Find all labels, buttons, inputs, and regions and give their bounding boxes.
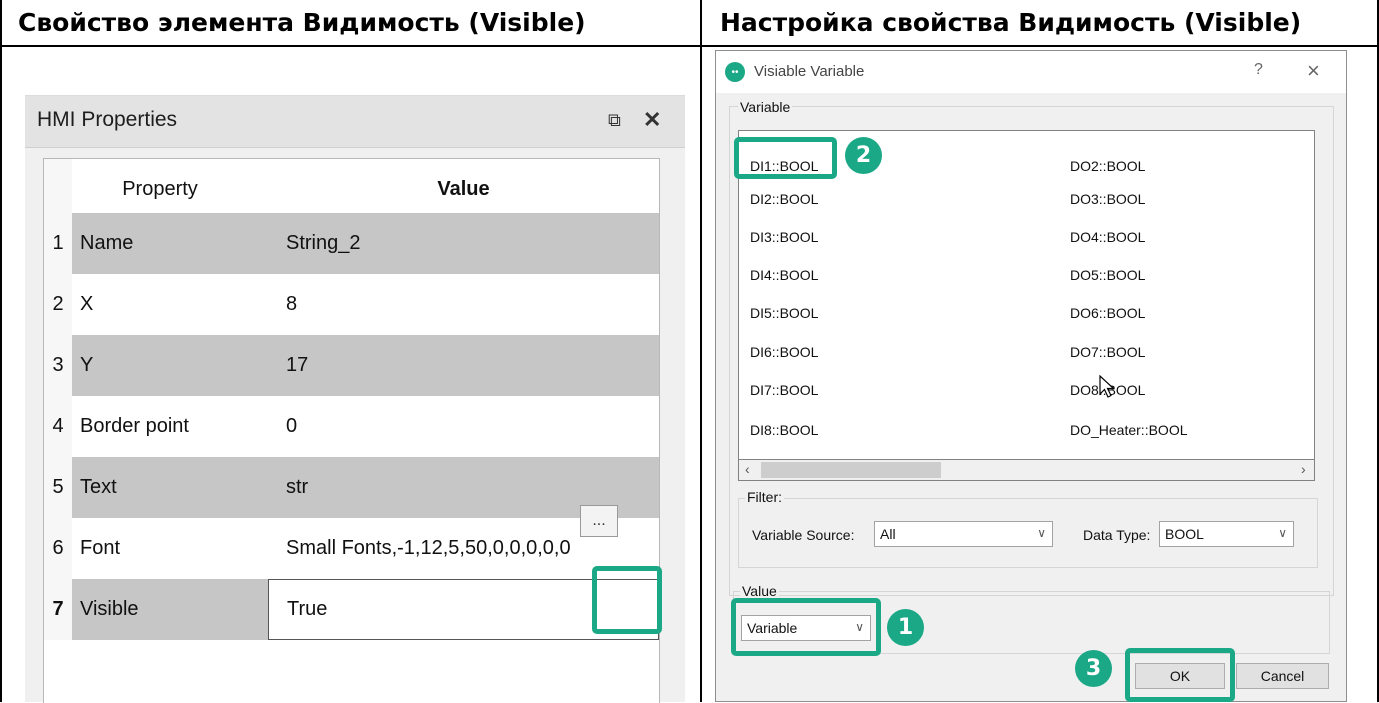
- variable-source-select[interactable]: All ∨: [874, 521, 1053, 547]
- list-item[interactable]: DI7::BOOL: [750, 382, 818, 398]
- row-number: 6: [44, 518, 72, 579]
- data-type-label: Data Type:: [1083, 527, 1151, 543]
- scroll-right-arrow-icon[interactable]: ›: [1301, 461, 1306, 477]
- frame-left-border: [0, 0, 2, 702]
- row-number: 4: [44, 396, 72, 457]
- step-badge-1: 1: [887, 609, 924, 646]
- property-name: Visible: [72, 579, 268, 640]
- property-value[interactable]: 8: [268, 274, 659, 335]
- variable-group-label: Variable: [738, 99, 793, 115]
- list-item[interactable]: DI8::BOOL: [750, 422, 818, 438]
- list-item[interactable]: DO_Heater::BOOL: [1070, 422, 1188, 438]
- row-number: 1: [44, 213, 72, 274]
- ellipsis-button[interactable]: ...: [580, 505, 618, 537]
- step-badge-3: 3: [1075, 650, 1112, 687]
- left-header: Свойство элемента Видимость (Visible): [18, 8, 586, 37]
- cancel-button[interactable]: Cancel: [1236, 663, 1329, 689]
- table-row[interactable]: 3 Y 17: [44, 335, 659, 396]
- chevron-down-icon: ∨: [1037, 526, 1046, 540]
- property-value[interactable]: 0: [268, 396, 659, 457]
- data-type-select[interactable]: BOOL ∨: [1159, 521, 1294, 547]
- close-icon[interactable]: ✕: [643, 107, 661, 133]
- row-number: 7: [44, 579, 72, 640]
- list-item[interactable]: DO6::BOOL: [1070, 305, 1145, 321]
- list-item[interactable]: DI3::BOOL: [750, 229, 818, 245]
- list-item[interactable]: DO7::BOOL: [1070, 344, 1145, 360]
- help-button[interactable]: ?: [1254, 61, 1263, 79]
- table-row[interactable]: 4 Border point 0: [44, 396, 659, 457]
- variable-list[interactable]: DI1::BOOL DI2::BOOL DI3::BOOL DI4::BOOL …: [738, 130, 1315, 460]
- list-item[interactable]: DI2::BOOL: [750, 191, 818, 207]
- data-type-value: BOOL: [1165, 526, 1204, 542]
- list-item[interactable]: DO5::BOOL: [1070, 267, 1145, 283]
- hmi-properties-panel: HMI Properties ⧉ ✕ Property Value 1 Name…: [25, 95, 685, 703]
- property-name: Name: [72, 213, 268, 274]
- scrollbar-thumb[interactable]: [761, 462, 941, 478]
- table-row[interactable]: 5 Text str: [44, 457, 659, 518]
- highlight-value-select: [731, 598, 881, 656]
- list-item[interactable]: DO4::BOOL: [1070, 229, 1145, 245]
- property-value[interactable]: 17: [268, 335, 659, 396]
- list-item[interactable]: DI4::BOOL: [750, 267, 818, 283]
- dialog-close-button[interactable]: ×: [1307, 58, 1320, 84]
- horizontal-scrollbar[interactable]: ‹ ›: [738, 460, 1315, 481]
- property-grid: Property Value 1 Name String_2 2 X 8 3 Y…: [43, 158, 660, 703]
- table-row[interactable]: 6 Font Small Fonts,-1,12,5,50,0,0,0,0,0: [44, 518, 659, 579]
- variable-source-value: All: [880, 526, 896, 542]
- property-name: Y: [72, 335, 268, 396]
- filter-label: Filter:: [745, 489, 784, 505]
- grid-header-row: Property Value: [44, 159, 659, 220]
- highlight-di1: [734, 137, 837, 179]
- row-number: 5: [44, 457, 72, 518]
- dialog-title: Visiable Variable: [754, 63, 865, 80]
- step-badge-2: 2: [845, 137, 882, 174]
- list-item[interactable]: DI6::BOOL: [750, 344, 818, 360]
- table-row-visible[interactable]: 7 Visible True: [44, 579, 659, 640]
- row-number-header: [44, 159, 72, 220]
- right-header: Настройка свойства Видимость (Visible): [720, 8, 1302, 37]
- property-name: Border point: [80, 415, 189, 437]
- screenshot-frame: Свойство элемента Видимость (Visible) На…: [0, 0, 1379, 703]
- float-window-icon[interactable]: ⧉: [608, 110, 621, 131]
- property-name: Font: [80, 537, 121, 559]
- property-name: Text: [72, 457, 268, 518]
- dialog-titlebar: •• Visiable Variable ? ×: [716, 51, 1346, 93]
- highlight-ellipsis: [592, 566, 662, 634]
- list-item[interactable]: DO2::BOOL: [1070, 158, 1145, 174]
- variable-source-label: Variable Source:: [752, 527, 855, 543]
- panel-titlebar: HMI Properties ⧉ ✕: [25, 96, 685, 148]
- chevron-down-icon: ∨: [1278, 526, 1287, 540]
- row-number: 3: [44, 335, 72, 396]
- table-row[interactable]: 2 X 8: [44, 274, 659, 335]
- value-group-label: Value: [740, 583, 779, 599]
- row-number: 2: [44, 274, 72, 335]
- highlight-ok: [1125, 648, 1235, 702]
- scroll-left-arrow-icon[interactable]: ‹: [745, 461, 750, 477]
- mouse-pointer-icon: [1099, 375, 1116, 398]
- list-item[interactable]: DO3::BOOL: [1070, 191, 1145, 207]
- header-divider: [0, 45, 1379, 47]
- app-icon: ••: [725, 62, 745, 82]
- property-value[interactable]: String_2: [268, 213, 659, 274]
- center-divider: [700, 0, 702, 702]
- column-header-value: Value: [437, 178, 490, 200]
- property-name: X: [80, 293, 94, 315]
- panel-title: HMI Properties: [37, 108, 178, 131]
- table-row[interactable]: 1 Name String_2: [44, 213, 659, 274]
- column-header-property: Property: [122, 178, 198, 200]
- list-item[interactable]: DI5::BOOL: [750, 305, 818, 321]
